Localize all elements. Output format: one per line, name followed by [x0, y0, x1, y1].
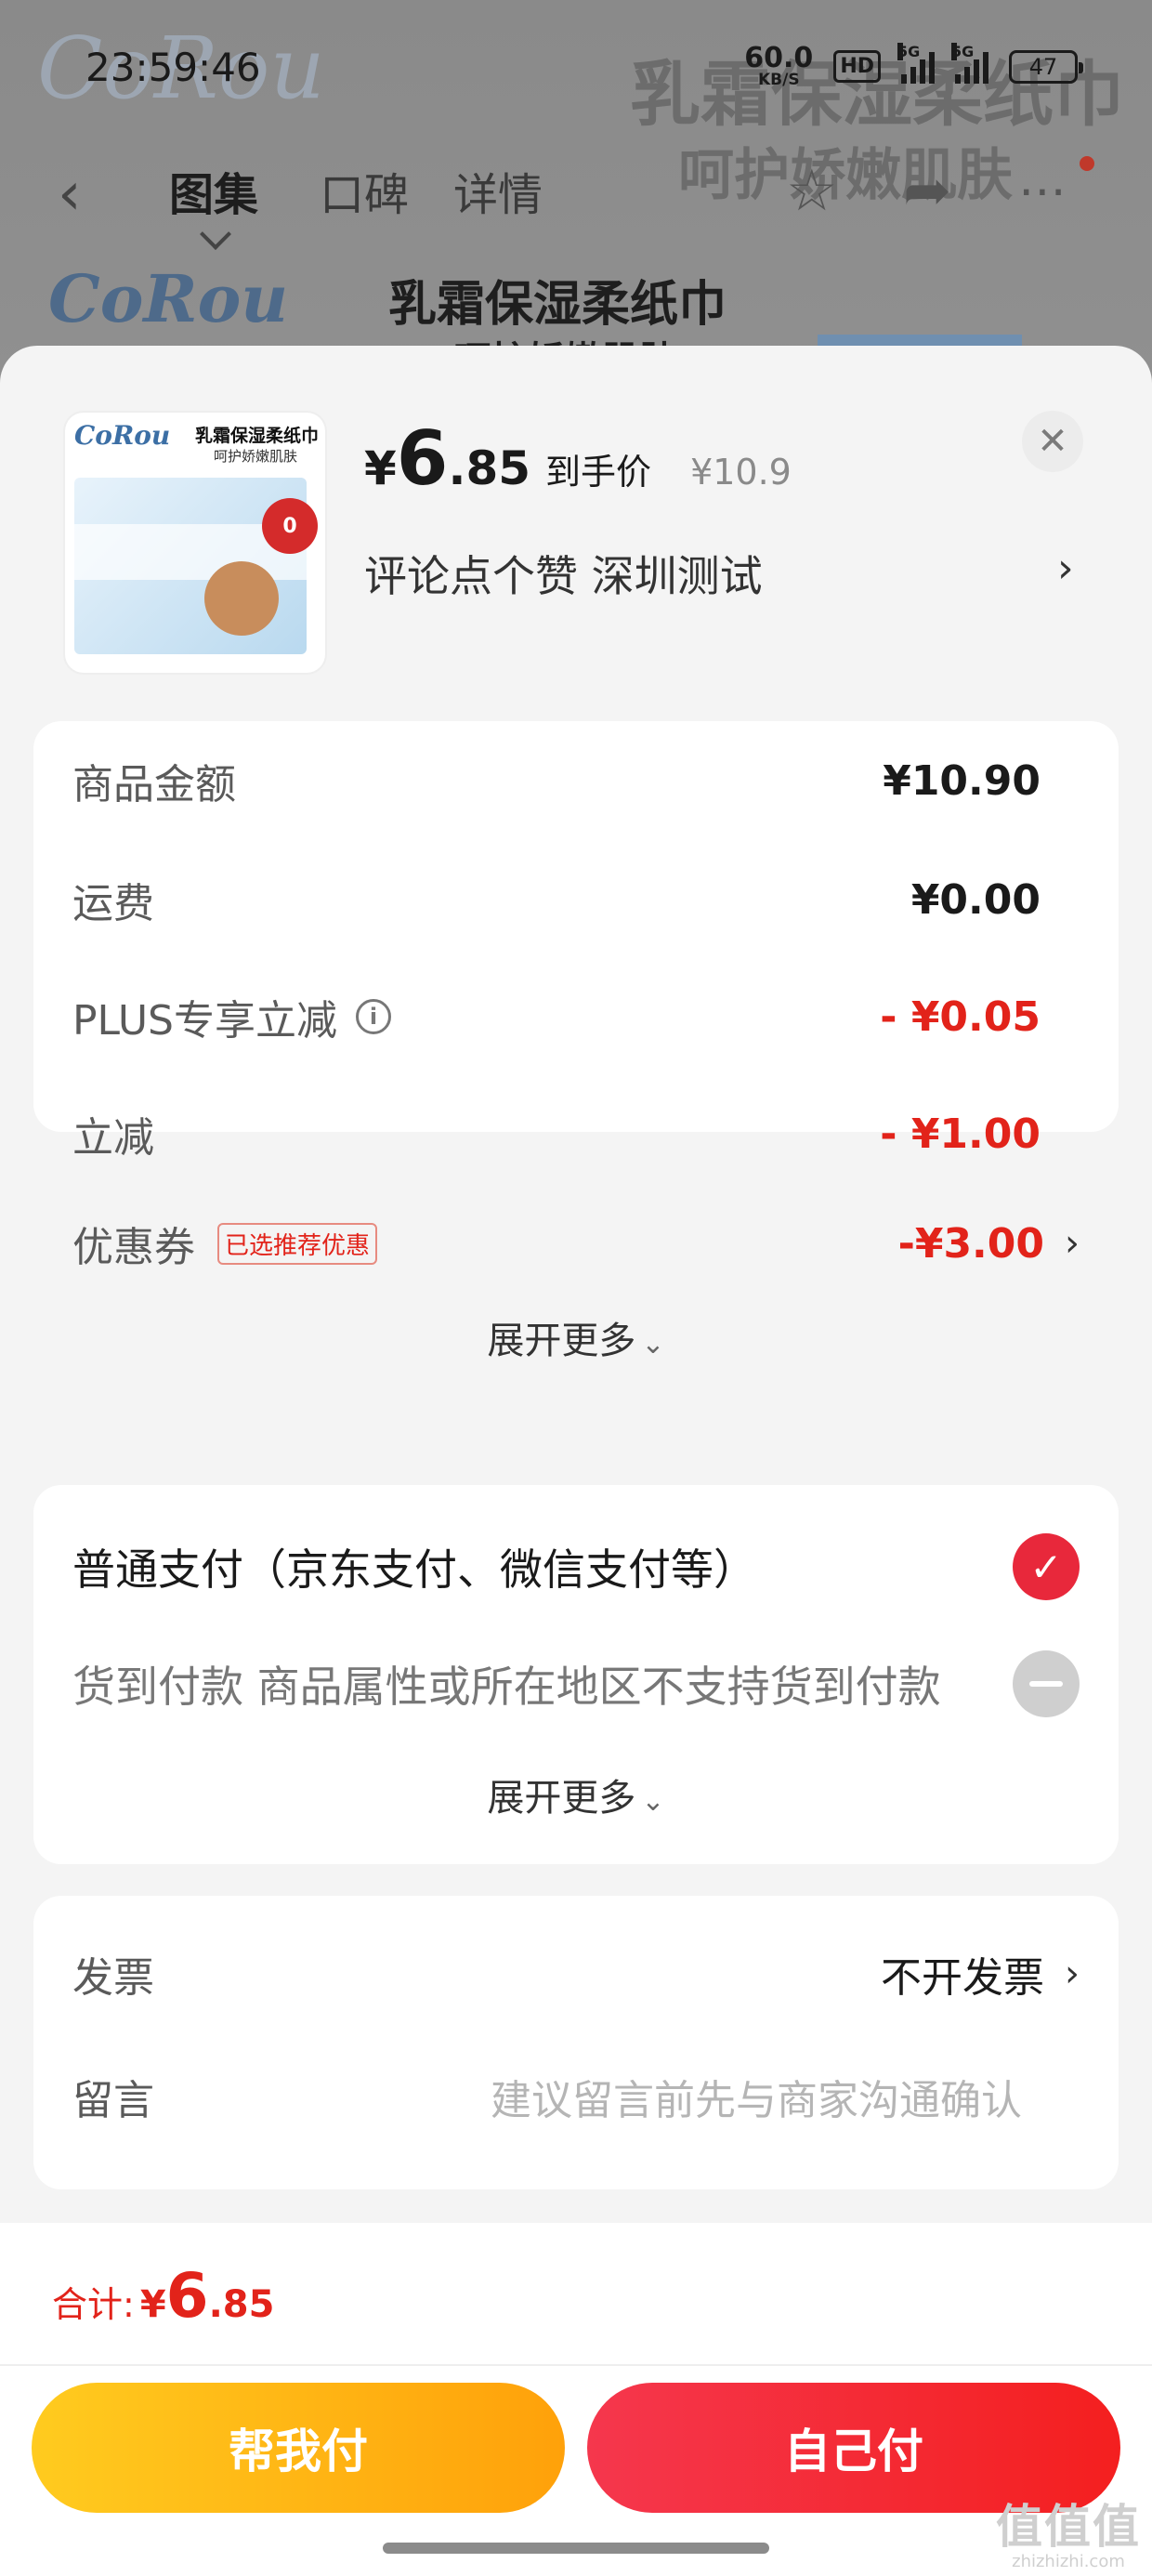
share-icon[interactable]: ➦: [903, 156, 951, 224]
watermark: 值值值 zhizhizhi.com: [996, 2500, 1141, 2571]
home-indicator[interactable]: [383, 2543, 769, 2554]
disabled-icon: [1013, 1650, 1080, 1717]
chevron-down-icon: ⌄: [641, 1785, 665, 1818]
price-label: 到手价: [545, 452, 652, 493]
back-icon[interactable]: ‹: [58, 160, 82, 229]
chevron-right-icon[interactable]: ›: [1065, 1952, 1080, 1995]
total-price: 合计: ¥ 6 .85: [52, 2260, 275, 2332]
note-row[interactable]: 留言 建议留言前先与商家沟通确认: [72, 2067, 1080, 2126]
expand-more-payment[interactable]: 展开更多 ⌄: [33, 1768, 1119, 1821]
summary-row-discount: 立减 - ¥1.00: [72, 1110, 1041, 1163]
product-nav-bar: ‹ 图集 口碑 详情 ☆ ➦ ⋯: [0, 139, 1152, 232]
thumb-brand-logo: CoRou: [74, 420, 171, 451]
payment-option-normal[interactable]: 普通支付（京东支付、微信支付等） ✓: [72, 1533, 1080, 1600]
invoice-value: 不开发票: [881, 1954, 1044, 2002]
original-price: ¥10.9: [690, 452, 792, 493]
brand-logo-banner: CoRou: [48, 260, 289, 337]
banner-title: 乳霜保湿柔纸巾: [388, 277, 727, 333]
check-icon[interactable]: ✓: [1013, 1533, 1080, 1600]
chevron-right-icon[interactable]: ›: [1065, 1222, 1080, 1265]
thumb-title: 乳霜保湿柔纸巾: [195, 426, 320, 446]
payment-option-cod: 货到付款 商品属性或所在地区不支持货到付款: [72, 1650, 1080, 1717]
signal-icon-2: 5G: [951, 42, 988, 84]
favorite-icon[interactable]: ☆: [786, 156, 838, 224]
promo-text[interactable]: 评论点个赞 深圳测试: [364, 543, 763, 604]
tab-reviews[interactable]: 口碑: [320, 158, 409, 223]
summary-row-coupon[interactable]: 优惠券 已选推荐优惠 -¥3.00 ›: [72, 1214, 1080, 1273]
background-page: CoRou 乳霜保湿柔纸巾 呵护娇嫩肌肤 23:59:46 60.0 KB/S …: [0, 0, 1152, 390]
thumb-badge: 0: [262, 498, 318, 554]
chevron-down-icon: ⌄: [641, 1328, 665, 1360]
status-time: 23:59:46: [85, 45, 261, 90]
self-pay-button[interactable]: 自己付: [587, 2383, 1120, 2513]
mascot-image: [204, 561, 279, 636]
battery-icon: 47: [1009, 49, 1083, 84]
signal-icon: 5G: [897, 42, 935, 84]
thumb-subtitle: 呵护娇嫩肌肤: [214, 448, 298, 465]
product-thumbnail: CoRou 乳霜保湿柔纸巾 呵护娇嫩肌肤 0: [65, 413, 325, 673]
coupon-tag: 已选推荐优惠: [217, 1222, 378, 1265]
price-integer: 6: [396, 415, 449, 502]
help-pay-button[interactable]: 帮我付: [32, 2383, 565, 2513]
chevron-right-icon[interactable]: ›: [1057, 545, 1074, 592]
price-decimal: .85: [448, 441, 531, 495]
invoice-row[interactable]: 发票 不开发票 ›: [72, 1944, 1080, 2004]
invoice-note-card: 发票 不开发票 › 留言 建议留言前先与商家沟通确认: [33, 1896, 1119, 2189]
tab-details[interactable]: 详情: [453, 158, 543, 223]
tab-gallery[interactable]: 图集: [169, 158, 258, 223]
notification-dot: [1080, 156, 1094, 171]
note-input[interactable]: 建议留言前先与商家沟通确认: [491, 2067, 1022, 2126]
currency-symbol: ¥: [364, 441, 397, 495]
checkout-footer: 合计: ¥ 6 .85 帮我付 自己付 值值值 zhizhizhi.com: [0, 2223, 1152, 2576]
status-bar: 23:59:46 60.0 KB/S HD 5G 5G 47: [0, 0, 1152, 139]
hd-icon: HD: [833, 50, 881, 83]
more-icon[interactable]: ⋯: [1018, 164, 1067, 219]
price-row: ¥ 6 .85 到手价 ¥10.9: [364, 422, 792, 496]
close-icon[interactable]: ✕: [1022, 411, 1083, 472]
net-speed-indicator: 60.0 KB/S: [744, 42, 814, 89]
expand-more-summary[interactable]: 展开更多 ⌄: [33, 1310, 1119, 1364]
payment-card: 普通支付（京东支付、微信支付等） ✓ 货到付款 商品属性或所在地区不支持货到付款…: [33, 1485, 1119, 1864]
